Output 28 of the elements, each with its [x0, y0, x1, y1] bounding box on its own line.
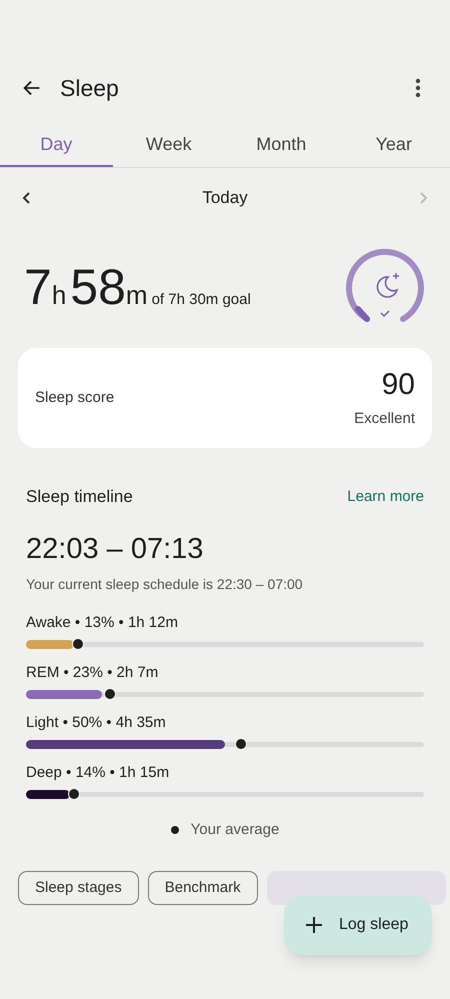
date-label: Today	[201, 187, 249, 210]
score-value: 90	[382, 367, 415, 403]
stage-label: Awake • 13% • 1h 12m	[26, 614, 179, 630]
chip[interactable]: Benchmark	[148, 871, 258, 905]
schedule-text: Your current sleep schedule is 22:30 – 07:00	[26, 574, 304, 594]
log-sleep-button[interactable]: Log sleep	[284, 895, 432, 955]
goal-text: of 7h 30m goal	[152, 290, 251, 310]
tab[interactable]: Week	[112, 124, 225, 167]
tab[interactable]: Month	[225, 124, 338, 167]
legend-label: Your average	[190, 820, 280, 840]
learn-more-link[interactable]: Learn more	[347, 486, 424, 508]
hours-unit: h	[52, 278, 66, 312]
stage-label: Deep • 14% • 1h 15m	[26, 764, 170, 780]
tab[interactable]: Year	[338, 124, 450, 167]
score-label: Sleep score	[35, 388, 114, 408]
stage-label: REM • 23% • 2h 7m	[26, 664, 160, 680]
sleep-time-range: 22:03 – 07:13	[26, 534, 204, 564]
tab[interactable]: Day	[0, 124, 112, 167]
stage-label: Light • 50% • 4h 35m	[26, 714, 167, 730]
chip[interactable]: Sleep stages	[18, 871, 139, 905]
page-title: Sleep	[60, 74, 119, 103]
section-title: Sleep timeline	[26, 486, 133, 508]
minutes-value: 58	[70, 262, 126, 312]
score-rating: Excellent	[354, 408, 415, 428]
hours-value: 7	[24, 262, 52, 312]
minutes-unit: m	[126, 278, 148, 312]
score-card[interactable]: Sleep score 90 Excellent	[18, 348, 432, 448]
plus-icon	[305, 916, 323, 934]
